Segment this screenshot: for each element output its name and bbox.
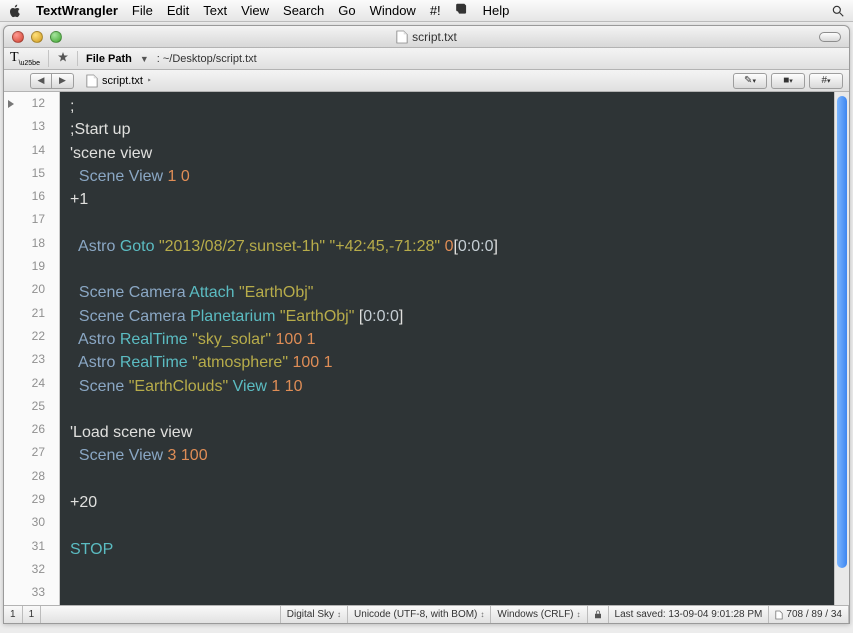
status-saved: Last saved: 13-09-04 9:01:28 PM [609, 606, 770, 623]
menu-scripts[interactable] [455, 2, 469, 19]
window-title-text: script.txt [412, 30, 457, 44]
menu-edit[interactable]: Edit [167, 3, 189, 18]
status-encoding[interactable]: Unicode (UTF-8, with BOM)↕ [348, 606, 491, 623]
status-lineending[interactable]: Windows (CRLF)↕ [491, 606, 587, 623]
status-stats[interactable]: 708 / 89 / 34 [769, 606, 849, 623]
path-label: File Path [86, 53, 132, 65]
menu-window[interactable]: Window [370, 3, 416, 18]
menu-text[interactable]: Text [203, 3, 227, 18]
menu-file[interactable]: File [132, 3, 153, 18]
marker-control[interactable]: #▾ [809, 73, 843, 89]
document-tab[interactable]: script.txt ‣ [86, 74, 152, 88]
menu-search[interactable]: Search [283, 3, 324, 18]
path-bar: T\u25be File Path ▼ : ~/Desktop/script.t… [4, 48, 849, 70]
spotlight-icon[interactable] [831, 4, 845, 18]
menu-view[interactable]: View [241, 3, 269, 18]
nav-back-button[interactable]: ◀ [30, 73, 52, 89]
vertical-scrollbar[interactable] [834, 92, 849, 605]
status-bar: 1 1 Digital Sky↕ Unicode (UTF-8, with BO… [4, 605, 849, 623]
text-tool-icon[interactable]: T\u25be [10, 50, 49, 67]
editor-window: script.txt T\u25be File Path ▼ : ~/Deskt… [3, 25, 850, 624]
tab-bar: ◀ ▶ script.txt ‣ ✎▾ ■▾ #▾ [4, 70, 849, 92]
apple-icon[interactable] [8, 4, 22, 18]
counterpart-control[interactable]: ■▾ [771, 73, 805, 89]
favorites-icon[interactable] [57, 51, 78, 66]
status-col[interactable]: 1 [23, 606, 42, 623]
window-titlebar[interactable]: script.txt [4, 26, 849, 48]
menu-shebang[interactable]: #! [430, 3, 441, 18]
status-lock-icon[interactable] [588, 606, 609, 623]
status-line[interactable]: 1 [4, 606, 23, 623]
tab-dropdown-icon[interactable]: ‣ [147, 76, 152, 85]
system-menubar: TextWrangler File Edit Text View Search … [0, 0, 853, 22]
document-icon [86, 74, 98, 88]
code-view[interactable]: ;;Start up'scene view Scene View 1 0+1 A… [60, 92, 834, 605]
status-language[interactable]: Digital Sky↕ [281, 606, 348, 623]
editor-area: 1213141516171819202122232425262728293031… [4, 92, 849, 605]
scrollbar-thumb[interactable] [837, 96, 847, 568]
line-gutter[interactable]: 1213141516171819202122232425262728293031… [4, 92, 60, 605]
nav-forward-button[interactable]: ▶ [52, 73, 74, 89]
pencil-control[interactable]: ✎▾ [733, 73, 767, 89]
tab-label: script.txt [102, 75, 143, 87]
window-title: script.txt [4, 30, 849, 44]
app-title[interactable]: TextWrangler [36, 3, 118, 18]
toolbar-toggle-button[interactable] [819, 32, 841, 42]
path-text: : ~/Desktop/script.txt [157, 53, 257, 65]
menu-help[interactable]: Help [483, 3, 510, 18]
menu-go[interactable]: Go [338, 3, 355, 18]
path-dropdown-icon[interactable]: ▼ [140, 54, 149, 64]
document-icon [396, 30, 408, 44]
